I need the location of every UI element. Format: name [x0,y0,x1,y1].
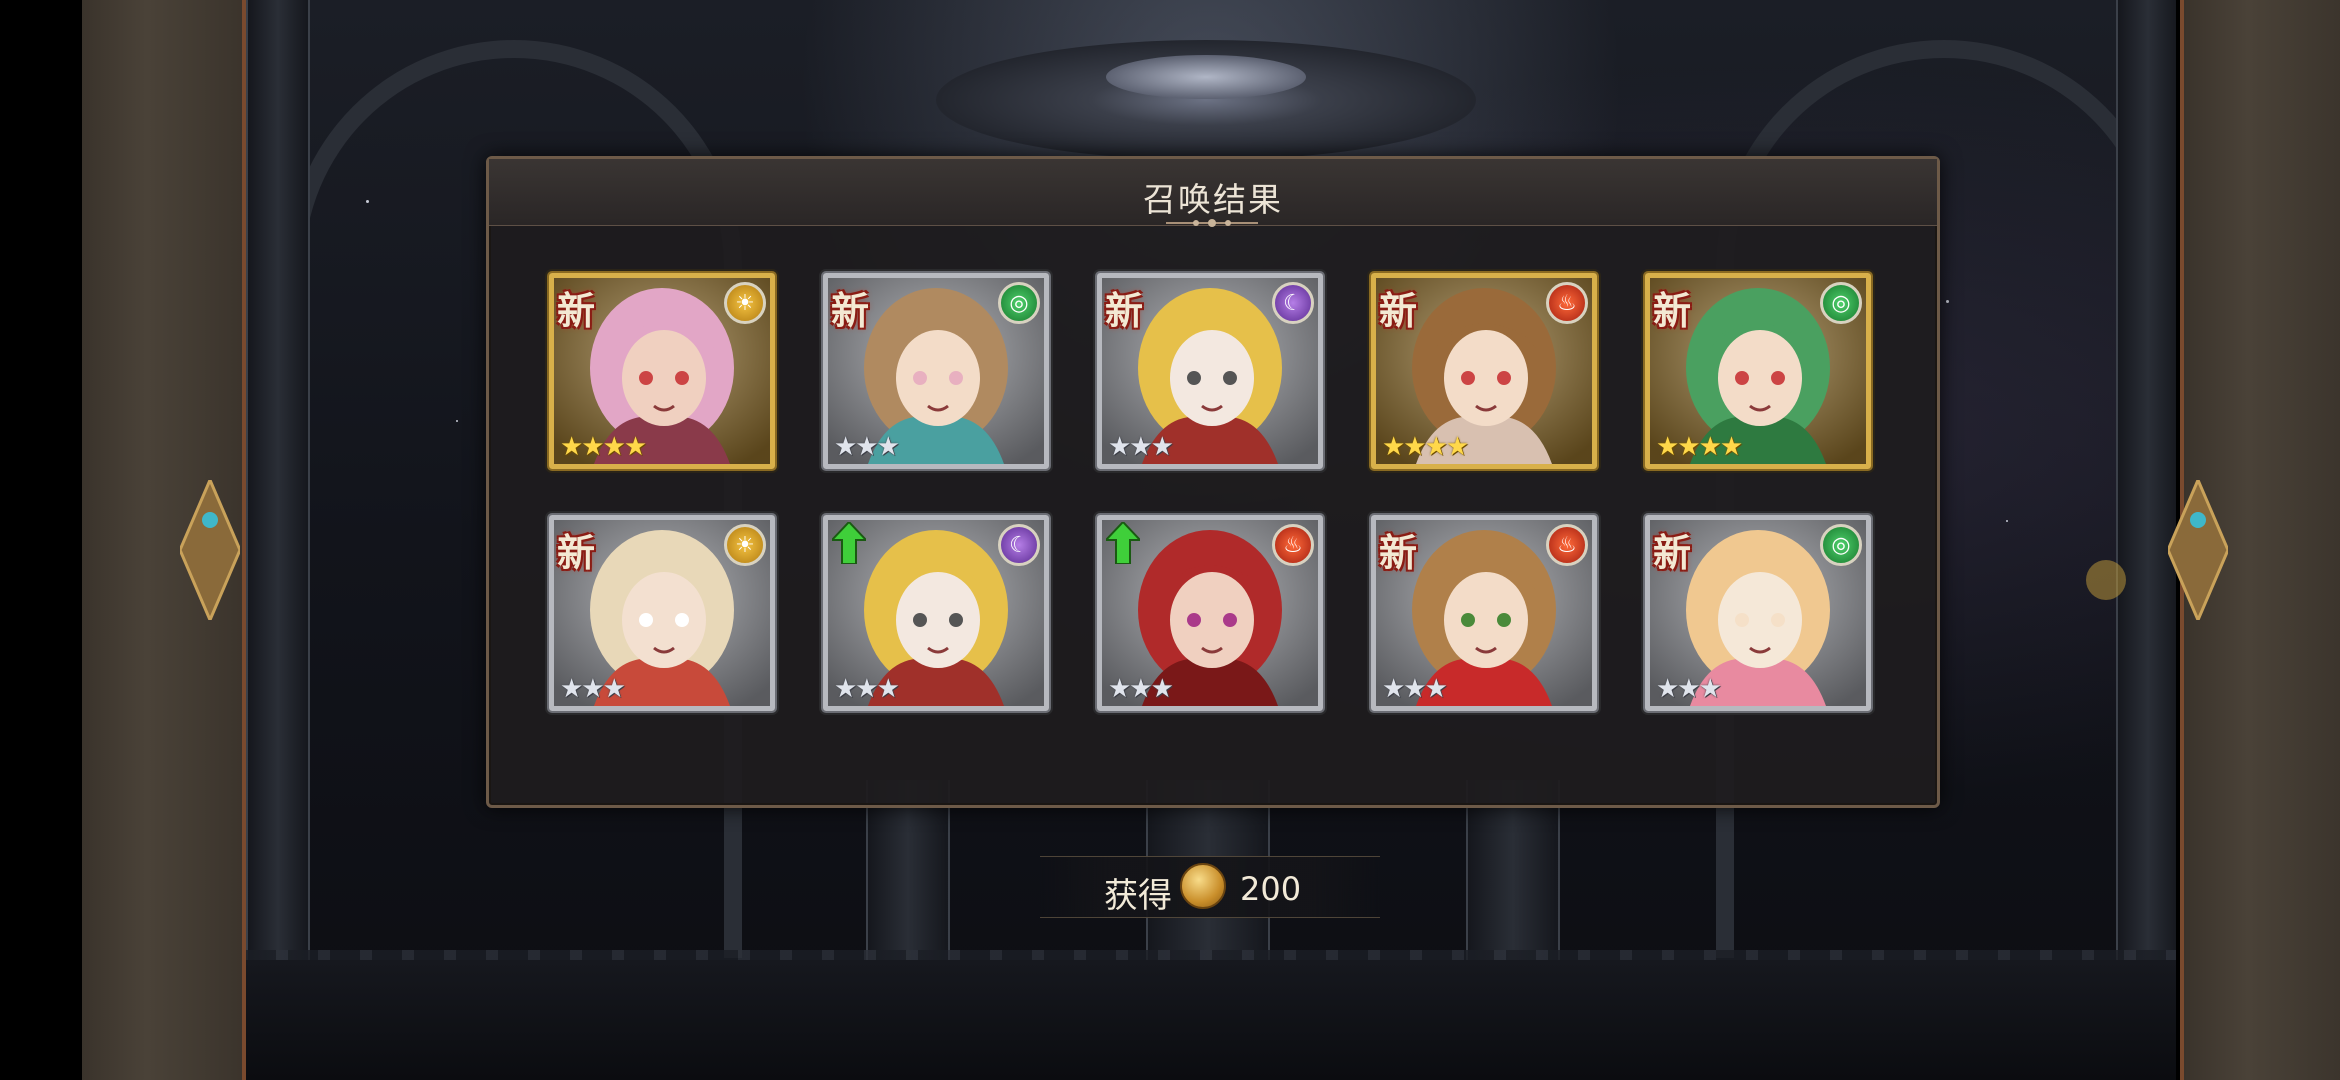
rarity-stars: ★★★ [560,674,626,704]
new-tag: 新 [1379,530,1418,575]
new-tag: 新 [1379,288,1418,333]
sun-icon: ☀ [724,524,766,566]
screen-edge [0,0,82,1080]
dialog-title: 召唤结果 [1143,180,1283,219]
bokeh-light [2086,560,2126,600]
moon-icon: ☾ [1272,282,1314,324]
rarity-stars: ★★★★ [560,432,647,462]
fire-icon: ♨ [1272,524,1314,566]
star-dot [366,200,369,203]
summon-card[interactable]: 新 ☾ ★★★ [1097,273,1323,469]
summon-card[interactable]: 新 ◎ ★★★★ [1645,273,1871,469]
rarity-stars: ★★★★ [1656,432,1743,462]
summon-card[interactable]: 新 ♨ ★★★ [1371,515,1597,711]
new-tag: 新 [557,530,596,575]
pillar [2116,0,2176,1080]
new-tag: 新 [1105,288,1144,333]
wind-icon: ◎ [998,282,1040,324]
rarity-stars: ★★★★ [1382,432,1469,462]
dialog-header: 召唤结果 [489,159,1937,226]
wind-icon: ◎ [1820,282,1862,324]
rarity-stars: ★★★ [1108,432,1174,462]
reward-label: 获得 [1104,876,1172,916]
coin-icon [1180,863,1226,909]
new-tag: 新 [1653,288,1692,333]
pillar [246,0,310,1080]
rarity-stars: ★★★ [834,674,900,704]
left-ornament-icon [180,480,240,620]
new-tag: 新 [1653,530,1692,575]
reward-bar: 获得 200 [1040,856,1380,918]
star-dot [456,420,458,422]
summon-card[interactable]: 新 ☀ ★★★ [549,515,775,711]
summon-card[interactable]: 新 ◎ ★★★ [1645,515,1871,711]
summon-card[interactable]: 新 ◎ ★★★ [823,273,1049,469]
new-tag: 新 [831,288,870,333]
rarity-stars: ★★★ [1656,674,1722,704]
summon-result-dialog: 召唤结果 新 ☀ ★★★★ 新 ◎ ★★★ 新 ☾ ★★★ 新 ♨ ★★★★ 新 ◎ ★★★★ 新 ☀ ★★★ ☾ ★… [486,156,1940,808]
star-dot [2006,520,2008,522]
summon-card[interactable]: ♨ ★★★ [1097,515,1323,711]
rarity-stars: ★★★ [1108,674,1174,704]
up-arrow-icon [1106,522,1140,564]
star-dot [1946,300,1949,303]
title-divider-icon [1166,219,1258,227]
dome-skylight [1106,55,1306,99]
right-ornament-icon [2168,480,2228,620]
rarity-stars: ★★★ [1382,674,1448,704]
moon-icon: ☾ [998,524,1040,566]
floor [246,960,2176,1080]
new-tag: 新 [557,288,596,333]
rarity-stars: ★★★ [834,432,900,462]
fire-icon: ♨ [1546,524,1588,566]
summon-card[interactable]: ☾ ★★★ [823,515,1049,711]
summon-card[interactable]: 新 ♨ ★★★★ [1371,273,1597,469]
sun-icon: ☀ [724,282,766,324]
reward-amount: 200 [1240,870,1302,908]
summon-card[interactable]: 新 ☀ ★★★★ [549,273,775,469]
up-arrow-icon [832,522,866,564]
wind-icon: ◎ [1820,524,1862,566]
fire-icon: ♨ [1546,282,1588,324]
